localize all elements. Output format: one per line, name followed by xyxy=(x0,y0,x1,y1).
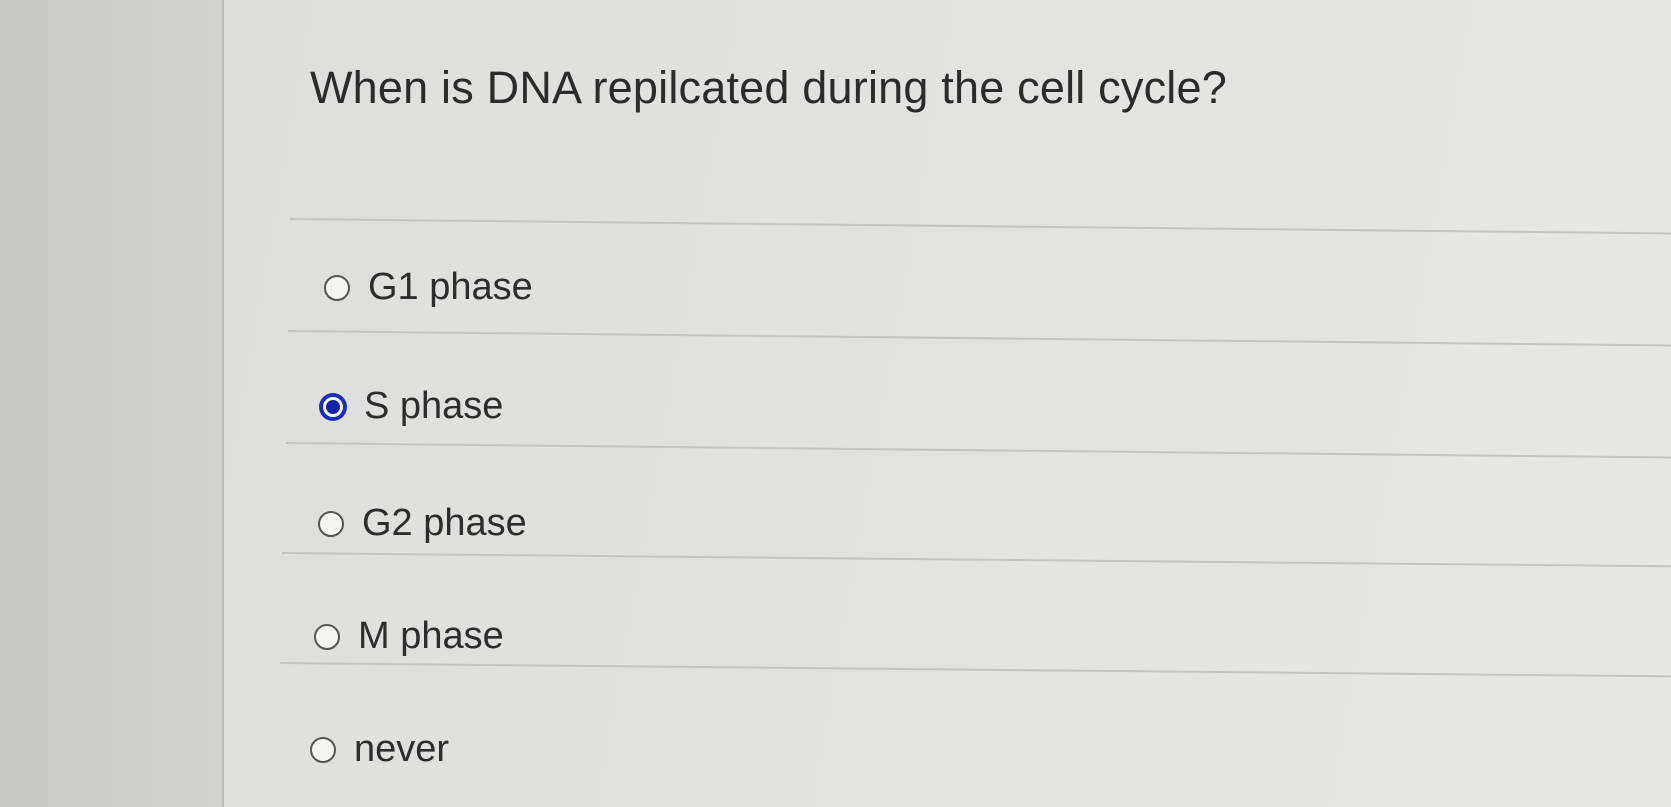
answer-label-g2: G2 phase xyxy=(362,502,527,544)
radio-button-s[interactable] xyxy=(320,393,346,420)
divider xyxy=(285,442,1671,459)
radio-button-g2[interactable] xyxy=(318,510,344,537)
answer-option-g2[interactable]: G2 phase xyxy=(318,502,527,545)
answer-label-s: S phase xyxy=(364,385,504,427)
divider xyxy=(279,662,1671,678)
answer-label-never: never xyxy=(354,728,450,770)
answer-list: G1 phase S phase G2 phase M phase never xyxy=(0,0,1671,807)
radio-button-never[interactable] xyxy=(310,736,336,763)
answer-option-s[interactable]: S phase xyxy=(320,385,503,428)
radio-selected-dot xyxy=(326,399,340,414)
answer-option-g1[interactable]: G1 phase xyxy=(324,266,533,309)
divider xyxy=(287,330,1671,347)
radio-button-g1[interactable] xyxy=(324,274,350,301)
answer-option-never[interactable]: never xyxy=(310,728,449,771)
divider xyxy=(289,218,1671,235)
answer-option-m[interactable]: M phase xyxy=(314,615,504,658)
answer-label-m: M phase xyxy=(358,615,504,657)
answer-label-g1: G1 phase xyxy=(368,266,533,308)
radio-button-m[interactable] xyxy=(314,623,340,650)
divider xyxy=(281,552,1671,568)
